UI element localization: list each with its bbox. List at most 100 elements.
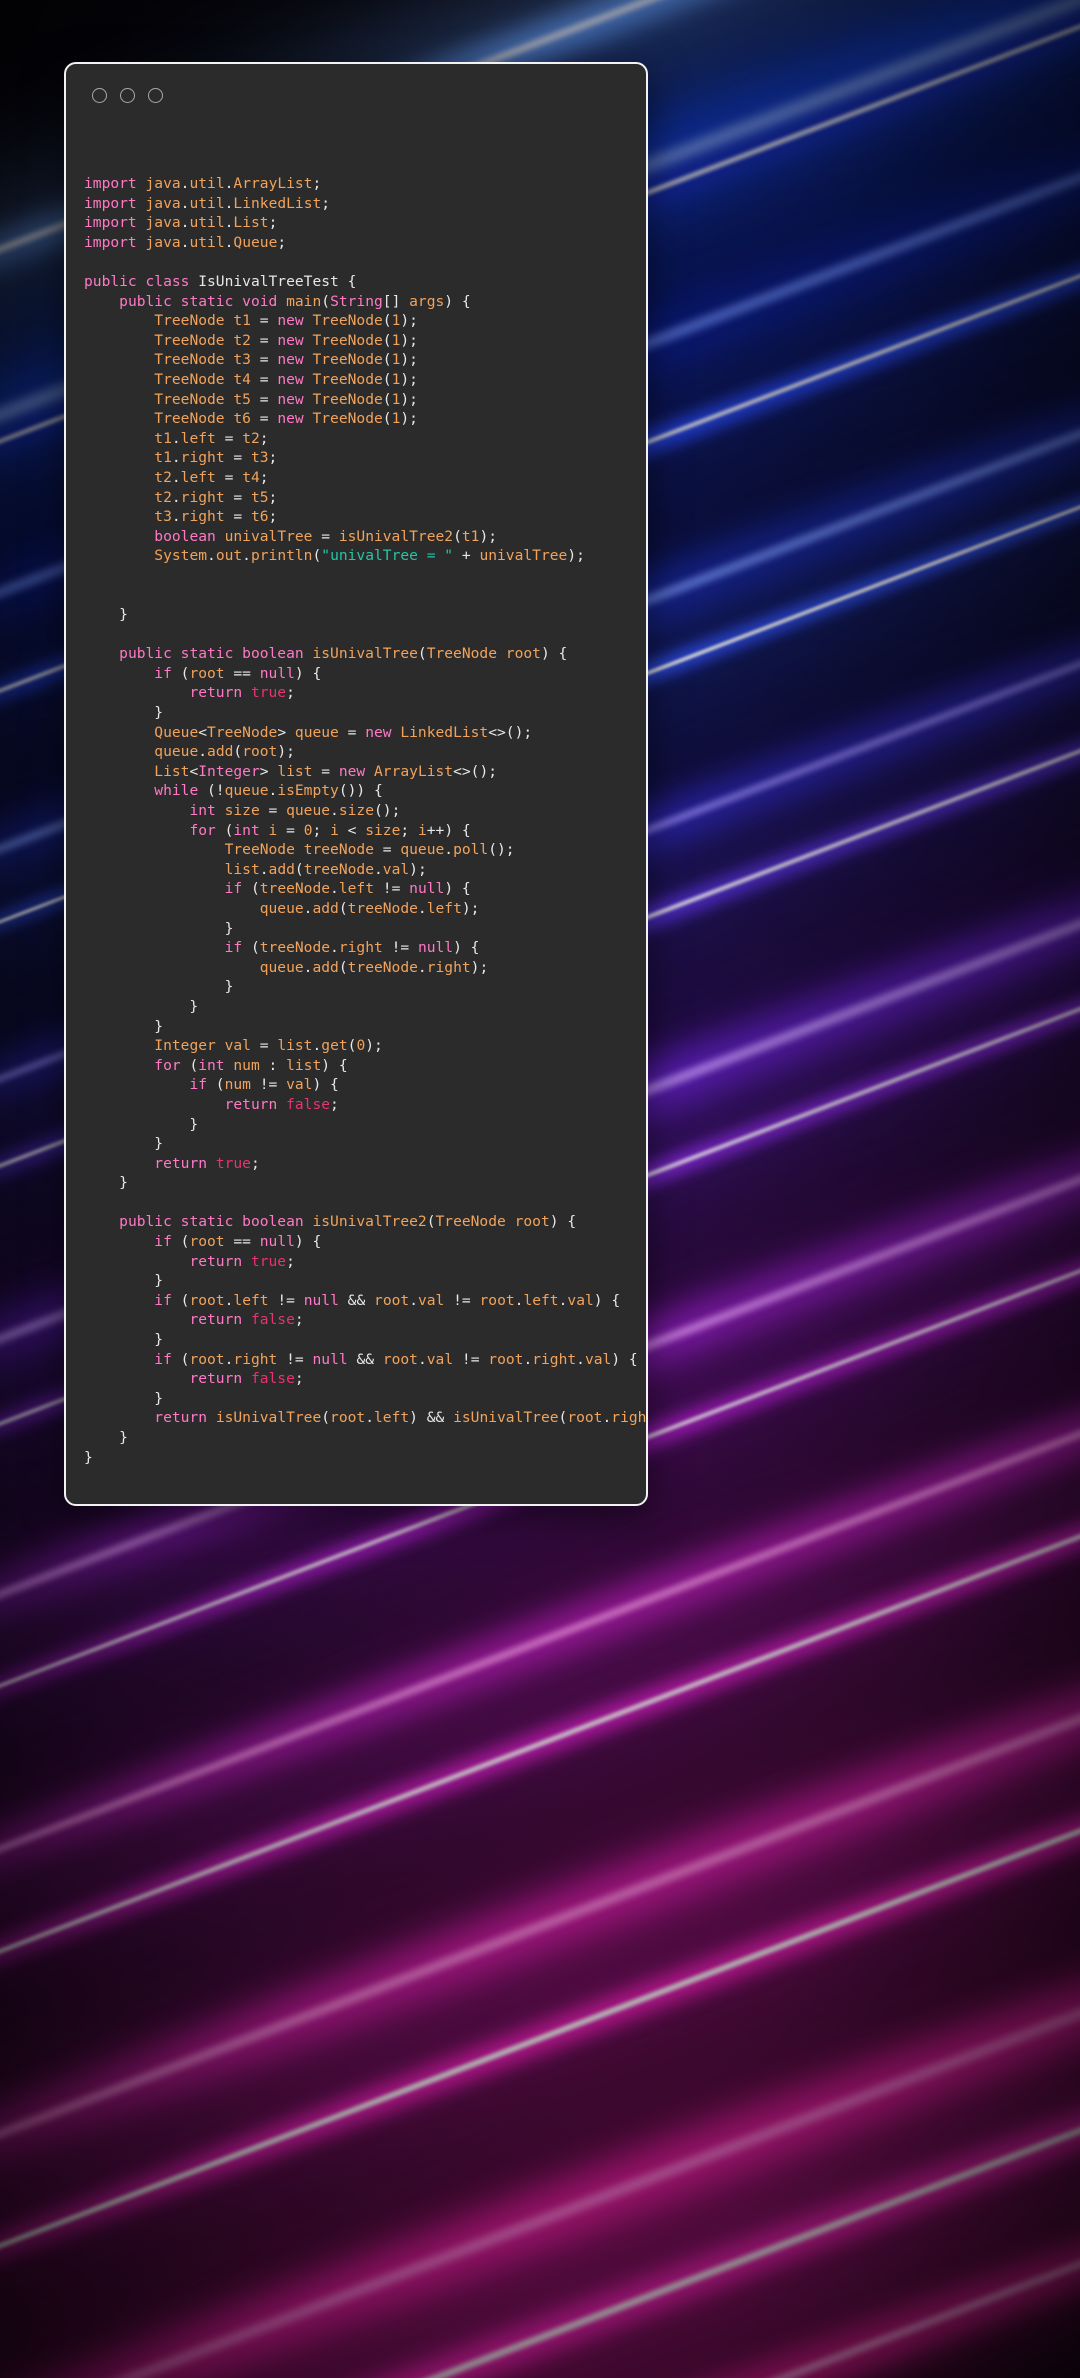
- code-token: );: [400, 410, 418, 428]
- code-line: if (root.left != null && root.val != roo…: [84, 1291, 640, 1311]
- code-token: for: [189, 821, 216, 839]
- code-block: import java.util.ArrayList; import java.u…: [84, 174, 646, 1467]
- code-token: size: [365, 821, 401, 839]
- code-token: }: [84, 1429, 128, 1446]
- code-token: }: [84, 919, 234, 937]
- code-token: List: [154, 762, 190, 780]
- minimize-dot[interactable]: [120, 88, 135, 103]
- close-dot[interactable]: [92, 88, 107, 103]
- code-line: import java.util.List;: [84, 213, 640, 233]
- code-token: (: [382, 351, 392, 369]
- code-line: public static boolean isUnivalTree(TreeN…: [84, 644, 640, 664]
- code-token: TreeNode: [154, 410, 225, 428]
- code-token: treeNode: [347, 958, 418, 976]
- code-token: isUnivalTree2: [338, 527, 454, 545]
- code-token: );: [479, 527, 498, 545]
- code-token: main: [286, 292, 322, 310]
- code-token: =: [215, 468, 243, 486]
- code-token: t2: [154, 468, 172, 486]
- code-token: TreeNode: [154, 331, 225, 349]
- code-token: <>();: [488, 723, 533, 741]
- code-line: for (int num : list) {: [84, 1056, 640, 1076]
- code-token: new: [277, 410, 304, 428]
- code-token: i: [330, 821, 339, 839]
- code-token: queue: [259, 958, 304, 976]
- code-token: +: [453, 547, 480, 565]
- code-line: boolean univalTree = isUnivalTree2(t1);: [84, 527, 640, 547]
- code-token: root: [479, 1291, 515, 1309]
- code-token: new: [277, 370, 304, 388]
- code-token: =: [250, 1037, 278, 1055]
- code-token: ;: [250, 1154, 260, 1172]
- code-token: TreeNode: [207, 723, 278, 741]
- code-token: (: [171, 1233, 190, 1251]
- code-line: TreeNode t1 = new TreeNode(1);: [84, 311, 640, 331]
- code-token: poll: [453, 841, 489, 859]
- code-token: !=: [382, 939, 418, 957]
- code-line: if (treeNode.right != null) {: [84, 938, 640, 958]
- code-token: );: [409, 860, 427, 878]
- code-token: (: [426, 1213, 436, 1231]
- code-token: root: [382, 1350, 418, 1368]
- code-token: 0: [356, 1037, 366, 1055]
- code-token: (: [382, 312, 392, 330]
- code-token: .: [312, 1037, 322, 1055]
- code-line: int size = queue.size();: [84, 801, 640, 821]
- code-token: (: [180, 1056, 199, 1074]
- code-token: root: [189, 664, 225, 682]
- code-token: util: [189, 194, 225, 212]
- code-token: }: [84, 1448, 93, 1466]
- code-token: ;: [312, 175, 322, 192]
- code-token: univalTree: [224, 527, 313, 545]
- code-line: if (root == null) {: [84, 1232, 640, 1252]
- code-token: false: [250, 1311, 295, 1329]
- code-token: =: [250, 351, 278, 369]
- code-token: );: [365, 1037, 383, 1055]
- code-line: TreeNode t6 = new TreeNode(1);: [84, 409, 640, 429]
- code-token: ;: [294, 1311, 304, 1329]
- code-token: .: [207, 547, 216, 565]
- code-token: return: [189, 1311, 243, 1329]
- code-token: root: [374, 1291, 410, 1309]
- code-token: return: [189, 1370, 243, 1388]
- code-token: =: [250, 312, 278, 330]
- code-token: t4: [233, 370, 251, 388]
- code-token: (: [453, 527, 462, 545]
- code-token: ;: [330, 1095, 339, 1113]
- code-token: ) {: [593, 1291, 621, 1309]
- code-line: return true;: [84, 683, 640, 703]
- code-token: !=: [277, 1350, 313, 1368]
- code-token: add: [312, 958, 339, 976]
- code-token: left: [523, 1291, 559, 1309]
- code-token: (: [382, 370, 392, 388]
- code-token: (: [382, 390, 392, 408]
- maximize-dot[interactable]: [148, 88, 163, 103]
- code-token: ArrayList: [374, 762, 454, 780]
- code-line: }: [84, 1389, 640, 1409]
- code-token: ==: [224, 664, 260, 682]
- code-token: list: [277, 1037, 313, 1055]
- code-token: =: [259, 802, 287, 819]
- code-line: import java.util.ArrayList;: [84, 174, 640, 194]
- window-controls[interactable]: [92, 88, 163, 103]
- code-line: Queue<TreeNode> queue = new LinkedList<>…: [84, 723, 640, 743]
- code-token: (: [171, 1291, 190, 1309]
- code-token: Integer: [198, 762, 260, 780]
- code-token: ) {: [294, 1233, 322, 1251]
- code-token: val: [417, 1291, 445, 1309]
- code-token: while: [154, 782, 199, 800]
- code-token: t2: [233, 331, 251, 349]
- code-token: List: [233, 214, 269, 232]
